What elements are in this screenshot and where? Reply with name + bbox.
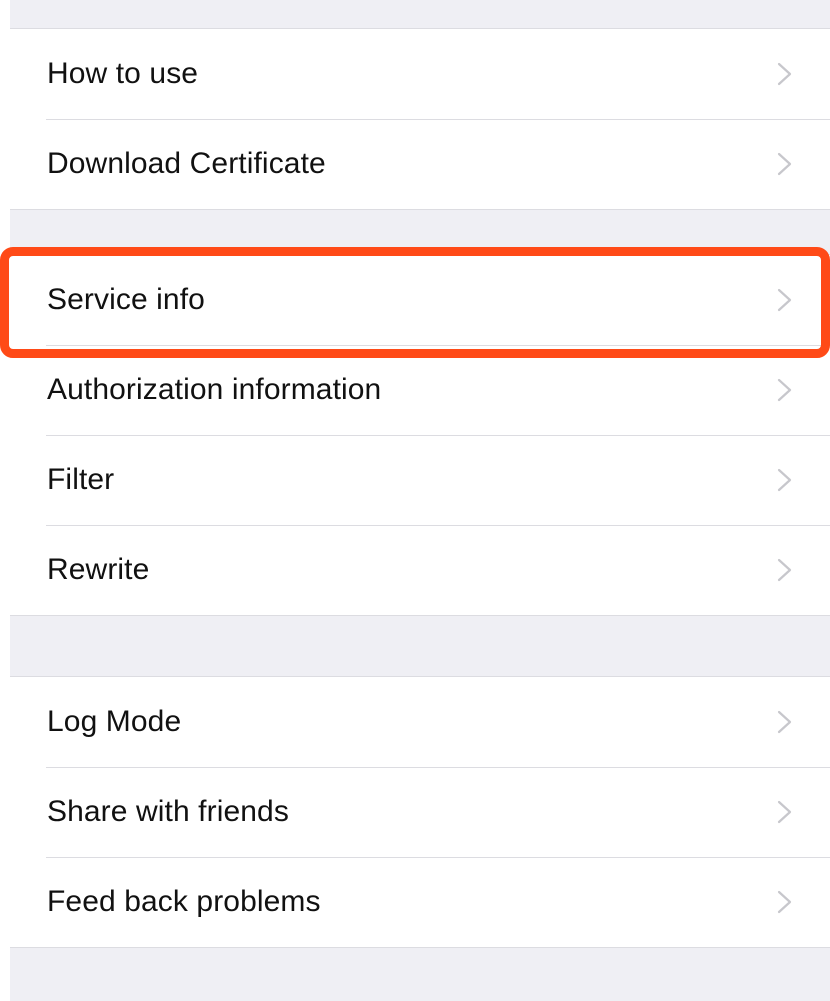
row-label: Share with friends [47, 795, 289, 828]
settings-group-help: How to use Download Certificate [10, 28, 830, 210]
row-label: Authorization information [47, 373, 382, 406]
settings-row-how-to-use[interactable]: How to use [10, 29, 830, 119]
row-label: Filter [47, 463, 115, 496]
settings-row-share-with-friends[interactable]: Share with friends [10, 767, 830, 857]
row-label: Rewrite [47, 553, 150, 586]
chevron-right-icon [774, 799, 796, 825]
chevron-right-icon [774, 467, 796, 493]
settings-group-more: Log Mode Share with friends Feed back pr… [10, 676, 830, 948]
row-label: Download Certificate [47, 147, 326, 180]
section-gap [10, 948, 830, 998]
settings-row-authorization-information[interactable]: Authorization information [10, 345, 830, 435]
row-label: Feed back problems [47, 885, 321, 918]
section-gap [10, 616, 830, 676]
chevron-right-icon [774, 557, 796, 583]
settings-row-filter[interactable]: Filter [10, 435, 830, 525]
settings-row-download-certificate[interactable]: Download Certificate [10, 119, 830, 209]
settings-screen: How to use Download Certificate Service … [10, 0, 830, 1001]
settings-row-log-mode[interactable]: Log Mode [10, 677, 830, 767]
row-label: How to use [47, 57, 199, 90]
chevron-right-icon [774, 889, 796, 915]
settings-row-rewrite[interactable]: Rewrite [10, 525, 830, 615]
section-gap [10, 0, 830, 28]
chevron-right-icon [774, 287, 796, 313]
row-label: Log Mode [47, 705, 182, 738]
section-gap [10, 210, 830, 254]
settings-group-service: Service info Authorization information F… [10, 254, 830, 616]
row-label: Service info [47, 283, 205, 316]
chevron-right-icon [774, 151, 796, 177]
chevron-right-icon [774, 709, 796, 735]
chevron-right-icon [774, 377, 796, 403]
chevron-right-icon [774, 61, 796, 87]
settings-row-service-info[interactable]: Service info [10, 255, 830, 345]
settings-row-feed-back-problems[interactable]: Feed back problems [10, 857, 830, 947]
